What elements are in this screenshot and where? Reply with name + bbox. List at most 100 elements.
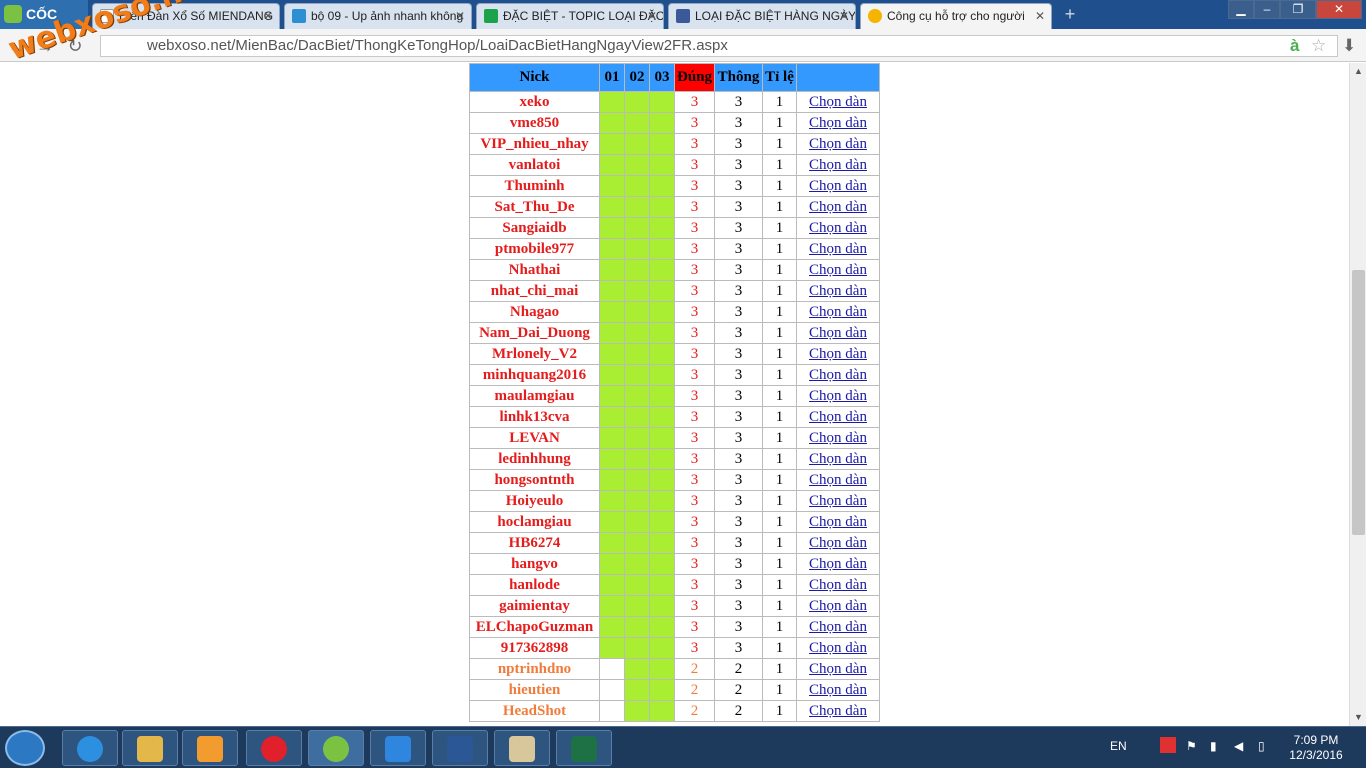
chon-dan-link[interactable]: Chọn dàn (796, 259, 880, 281)
chon-dan-link[interactable]: Chọn dàn (796, 448, 880, 470)
chon-dan-link[interactable]: Chọn dàn (796, 301, 880, 323)
col-02-cell (624, 658, 650, 680)
star-icon[interactable]: ☆ (1311, 35, 1326, 57)
chon-dan-link[interactable]: Chọn dàn (796, 574, 880, 596)
close-icon[interactable]: ✕ (1035, 4, 1045, 28)
chon-dan-link[interactable]: Chọn dàn (796, 700, 880, 722)
chon-dan-link[interactable]: Chọn dàn (796, 217, 880, 239)
chon-dan-link[interactable]: Chọn dàn (796, 196, 880, 218)
table-row: ptmobile977 3 3 1 Chọn dàn (469, 238, 880, 260)
nick-cell: hanlode (469, 574, 600, 596)
dung-cell: 3 (674, 322, 715, 344)
maximize-button[interactable]: ❐ (1280, 0, 1316, 19)
chon-dan-link[interactable]: Chọn dàn (796, 616, 880, 638)
chon-dan-link[interactable]: Chọn dàn (796, 532, 880, 554)
chon-dan-link[interactable]: Chọn dàn (796, 133, 880, 155)
minimize-button-2[interactable]: – (1254, 0, 1280, 19)
col-01-cell (599, 154, 625, 176)
table-row: LEVAN 3 3 1 Chọn dàn (469, 427, 880, 449)
dung-cell: 3 (674, 154, 715, 176)
tab-up-anh[interactable]: bộ 09 - Up ảnh nhanh không ✕ (284, 3, 472, 29)
vertical-scrollbar[interactable]: ▲ ▼ (1349, 63, 1366, 726)
close-window-button[interactable]: ✕ (1316, 0, 1362, 19)
chon-dan-link[interactable]: Chọn dàn (796, 490, 880, 512)
scroll-thumb[interactable] (1352, 270, 1365, 535)
tile-cell: 1 (762, 175, 797, 197)
tab-cong-cu[interactable]: Công cụ hỗ trợ cho người ✕ (860, 3, 1052, 29)
col-02-cell (624, 448, 650, 470)
taskbar-word[interactable] (432, 730, 488, 766)
chon-dan-link[interactable]: Chọn dàn (796, 364, 880, 386)
chon-dan-link[interactable]: Chọn dàn (796, 427, 880, 449)
system-clock[interactable]: 7:09 PM 12/3/2016 (1276, 733, 1356, 763)
col-03-cell (649, 217, 675, 239)
col-01-cell (599, 301, 625, 323)
chon-dan-link[interactable]: Chọn dàn (796, 637, 880, 659)
chon-dan-link[interactable]: Chọn dàn (796, 679, 880, 701)
network-icon[interactable]: ▮ (1210, 739, 1217, 753)
taskbar-opera[interactable] (246, 730, 302, 766)
chon-dan-link[interactable]: Chọn dàn (796, 406, 880, 428)
dung-cell: 2 (674, 700, 715, 722)
chon-dan-link[interactable]: Chọn dàn (796, 595, 880, 617)
url-input[interactable]: webxoso.net/MienBac/DacBiet/ThongKeTongH… (100, 35, 1338, 57)
tab-title: bộ 09 - Up ảnh nhanh không (311, 9, 464, 23)
chon-dan-link[interactable]: Chọn dàn (796, 112, 880, 134)
taskbar-zalo[interactable] (370, 730, 426, 766)
chon-dan-link[interactable]: Chọn dàn (796, 469, 880, 491)
taskbar-ie[interactable] (62, 730, 118, 766)
chon-dan-link[interactable]: Chọn dàn (796, 280, 880, 302)
dung-cell: 3 (674, 406, 715, 428)
nick-cell: Sat_Thu_De (469, 196, 600, 218)
taskbar-paint[interactable] (494, 730, 550, 766)
close-icon[interactable]: ✕ (455, 4, 465, 28)
nick-cell: Thuminh (469, 175, 600, 197)
taskbar-explorer[interactable] (122, 730, 178, 766)
close-icon[interactable]: ✕ (839, 4, 849, 28)
close-icon[interactable]: ✕ (263, 4, 273, 28)
language-indicator[interactable]: EN (1110, 739, 1127, 753)
chon-dan-link[interactable]: Chọn dàn (796, 385, 880, 407)
col-02-cell (624, 595, 650, 617)
thong-cell: 3 (714, 343, 763, 365)
chon-dan-link[interactable]: Chọn dàn (796, 238, 880, 260)
keyboard-icon[interactable]: à (1290, 35, 1299, 57)
scroll-down-arrow[interactable]: ▼ (1350, 709, 1366, 726)
zalo-icon (385, 736, 411, 762)
nick-cell: xeko (469, 91, 600, 113)
taskbar-media[interactable] (182, 730, 238, 766)
chon-dan-link[interactable]: Chọn dàn (796, 658, 880, 680)
start-button[interactable] (5, 730, 45, 766)
thong-cell: 3 (714, 490, 763, 512)
antivirus-icon[interactable] (1160, 737, 1176, 753)
close-icon[interactable]: ✕ (647, 4, 657, 28)
col-03-cell (649, 700, 675, 722)
chon-dan-link[interactable]: Chọn dàn (796, 511, 880, 533)
taskbar-coccoc[interactable] (308, 730, 364, 766)
chon-dan-link[interactable]: Chọn dàn (796, 175, 880, 197)
tab-facebook[interactable]: LOẠI ĐẶC BIỆT HÀNG NGÀY ✕ (668, 3, 856, 29)
thong-cell: 3 (714, 301, 763, 323)
chon-dan-link[interactable]: Chọn dàn (796, 322, 880, 344)
col-02-cell (624, 259, 650, 281)
chon-dan-link[interactable]: Chọn dàn (796, 343, 880, 365)
table-row: ledinhhung 3 3 1 Chọn dàn (469, 448, 880, 470)
tile-cell: 1 (762, 595, 797, 617)
chon-dan-link[interactable]: Chọn dàn (796, 91, 880, 113)
battery-icon[interactable]: ▯ (1258, 739, 1265, 753)
minimize-button[interactable]: ▁ (1228, 0, 1254, 19)
col-01-cell (599, 679, 625, 701)
download-icon[interactable]: ⬇ (1342, 35, 1356, 57)
tab-topic-loai[interactable]: ĐẶC BIỆT - TOPIC LOẠI ĐẶC ✕ (476, 3, 664, 29)
scroll-up-arrow[interactable]: ▲ (1350, 63, 1366, 80)
nick-cell: hongsontnth (469, 469, 600, 491)
col-01-cell (599, 322, 625, 344)
volume-icon[interactable]: ◀ (1234, 739, 1243, 753)
taskbar-excel[interactable] (556, 730, 612, 766)
chon-dan-link[interactable]: Chọn dàn (796, 154, 880, 176)
chon-dan-link[interactable]: Chọn dàn (796, 553, 880, 575)
col-02-cell (624, 217, 650, 239)
flag-icon[interactable]: ⚑ (1186, 739, 1197, 753)
new-tab-button[interactable]: + (1060, 4, 1080, 24)
excel-icon (571, 736, 597, 762)
